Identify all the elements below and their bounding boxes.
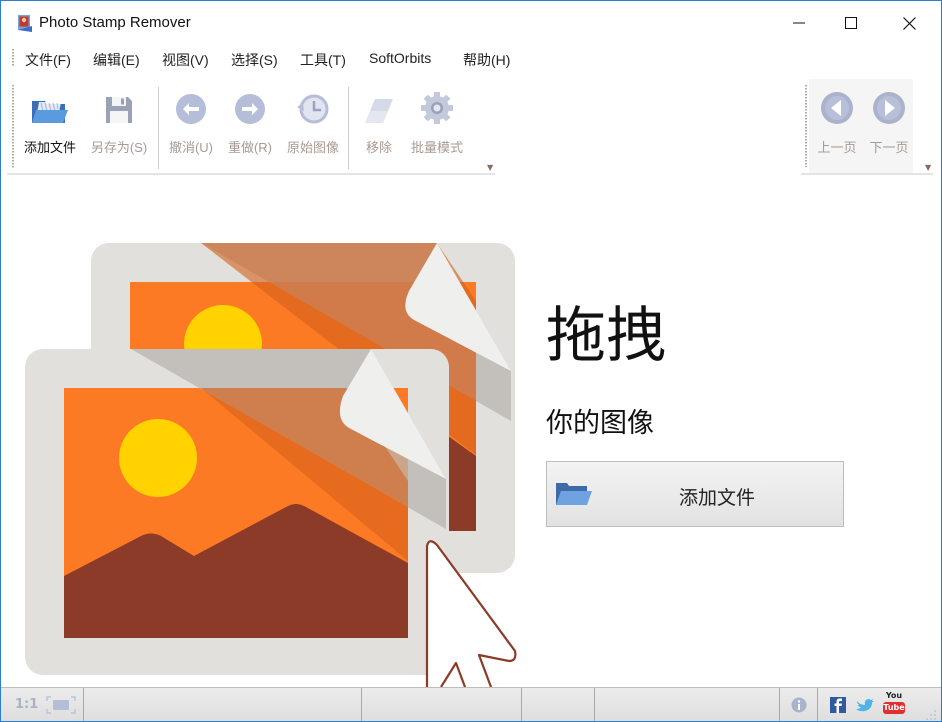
drag-subtitle: 你的图像 (546, 408, 654, 439)
minimize-button[interactable] (771, 1, 827, 45)
resize-grip-icon[interactable] (925, 709, 937, 721)
menu-help[interactable]: 帮助(H) (463, 50, 510, 70)
facebook-icon[interactable] (830, 697, 846, 713)
add-file-button[interactable]: 添加文件 (546, 461, 844, 527)
nav-toolbar-bottom-border (801, 173, 933, 175)
original-image-toolbar-button[interactable]: 原始图像 (281, 79, 345, 173)
next-page-icon (873, 92, 905, 124)
stacked-photos-illustration (25, 243, 517, 687)
maximize-button[interactable] (823, 1, 879, 45)
toolbar-separator (348, 87, 349, 169)
youtube-icon[interactable]: You Tube (883, 692, 905, 717)
status-divider (779, 688, 780, 721)
toolbar-overflow-icon[interactable]: ▼ (487, 163, 493, 172)
remove-toolbar-button[interactable]: 移除 (353, 79, 405, 173)
add-file-toolbar-button[interactable]: 添加文件 (17, 79, 83, 173)
remove-label: 移除 (365, 140, 392, 155)
menu-bar: 文件(F) 编辑(E) 视图(V) 选择(S) 工具(T) SoftOrbits… (1, 45, 941, 73)
gear-icon (421, 92, 453, 124)
front-photo (25, 349, 449, 675)
status-divider (594, 688, 595, 721)
drag-title: 拖拽 (546, 301, 666, 371)
save-icon (106, 97, 132, 123)
status-divider (361, 688, 362, 721)
menu-file[interactable]: 文件(F) (25, 50, 71, 70)
status-bar: 1:1 You Tube (1, 687, 941, 721)
app-photo-icon (18, 15, 32, 32)
main-toolbar: 添加文件 另存为(S) 撤消(U) 重做(R) 原始图像 移除 批量模式 (17, 79, 469, 173)
save-as-label: 另存为(S) (90, 140, 148, 155)
maximize-icon (845, 17, 857, 29)
close-button[interactable] (881, 1, 937, 45)
nav-toolbar: 上一页 下一页 (809, 79, 913, 173)
drop-zone[interactable]: 拖拽 你的图像 添加文件 (1, 177, 941, 687)
redo-arrow-icon (235, 94, 265, 124)
menu-grip[interactable] (12, 49, 14, 67)
youtube-tube-text: Tube (883, 702, 905, 714)
menu-view[interactable]: 视图(V) (162, 50, 209, 70)
toolbar-grip[interactable] (12, 85, 14, 169)
title-bar: Photo Stamp Remover (1, 1, 941, 45)
close-icon (902, 16, 916, 30)
toolbar-separator (158, 87, 159, 169)
undo-toolbar-button[interactable]: 撤消(U) (163, 79, 219, 173)
nav-toolbar-grip[interactable] (805, 85, 807, 167)
twitter-icon[interactable] (856, 698, 874, 712)
menu-softorbits[interactable]: SoftOrbits (369, 50, 431, 66)
status-divider (83, 688, 84, 721)
eraser-icon (365, 99, 393, 123)
status-divider (521, 688, 522, 721)
next-page-label: 下一页 (869, 140, 909, 155)
next-page-button[interactable]: 下一页 (863, 79, 915, 173)
undo-arrow-icon (176, 94, 206, 124)
add-file-button-label: 添加文件 (678, 487, 755, 509)
zoom-1-1-button[interactable]: 1:1 (15, 697, 38, 712)
batch-mode-label: 批量模式 (410, 140, 463, 155)
fit-screen-icon[interactable] (46, 696, 76, 714)
undo-label: 撤消(U) (168, 140, 214, 155)
batch-mode-toolbar-button[interactable]: 批量模式 (405, 79, 469, 173)
minimize-icon (793, 22, 805, 24)
add-file-label: 添加文件 (23, 140, 76, 155)
open-folder-icon (32, 101, 68, 123)
info-icon[interactable] (791, 697, 807, 713)
menu-tools[interactable]: 工具(T) (300, 50, 346, 70)
save-as-toolbar-button[interactable]: 另存为(S) (83, 79, 155, 173)
original-image-label: 原始图像 (286, 140, 339, 155)
menu-select[interactable]: 选择(S) (231, 50, 278, 70)
youtube-you-text: You (885, 691, 903, 700)
redo-toolbar-button[interactable]: 重做(R) (221, 79, 279, 173)
nav-toolbar-overflow-icon[interactable]: ▼ (925, 163, 931, 172)
app-window: Photo Stamp Remover 文件(F) 编辑(E) 视图(V) 选择… (0, 0, 942, 722)
previous-page-button[interactable]: 上一页 (811, 79, 863, 173)
redo-label: 重做(R) (227, 140, 273, 155)
previous-page-label: 上一页 (817, 140, 857, 155)
previous-page-icon (821, 92, 853, 124)
status-divider (817, 688, 818, 721)
toolbar-bottom-border (7, 173, 495, 175)
history-clock-icon (297, 94, 329, 124)
menu-edit[interactable]: 编辑(E) (93, 50, 140, 70)
window-title: Photo Stamp Remover (39, 14, 191, 31)
